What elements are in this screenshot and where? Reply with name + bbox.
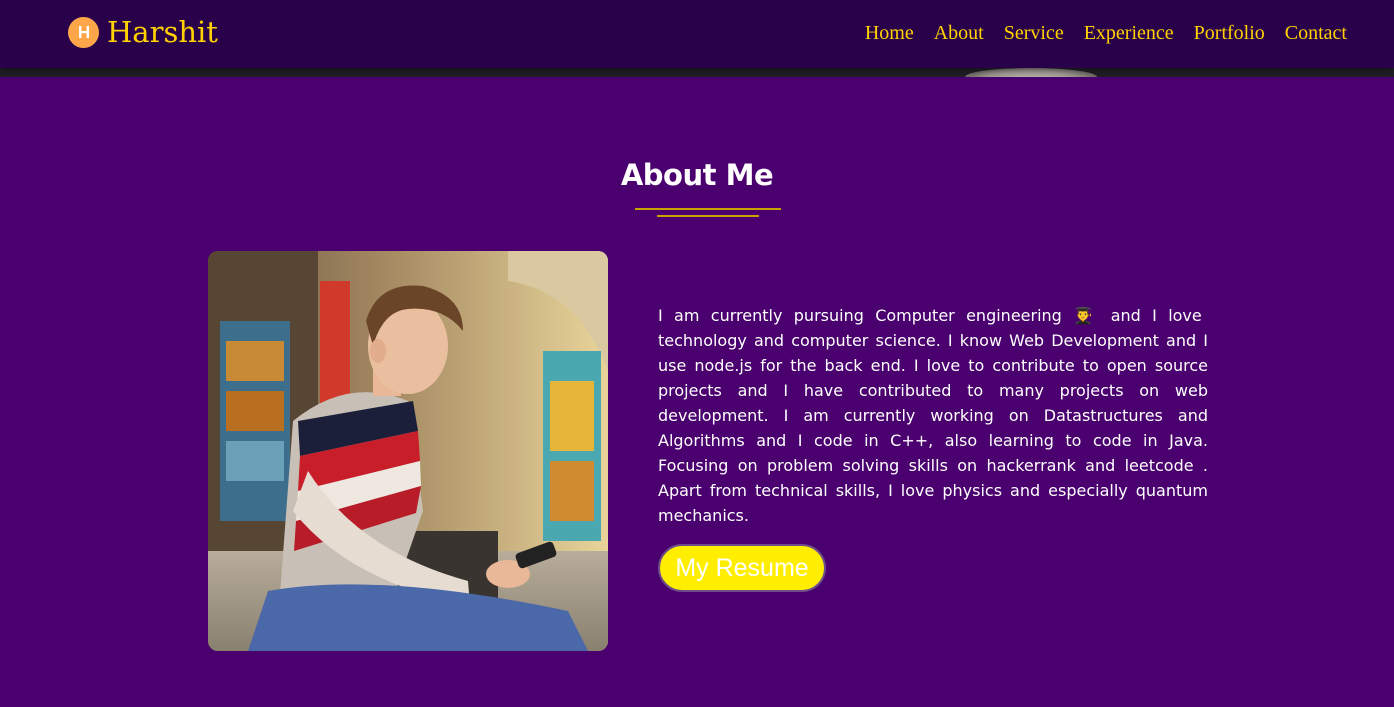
nav-link-experience[interactable]: Experience	[1084, 20, 1174, 46]
main-nav: Home About Service Experience Portfolio …	[865, 20, 1347, 46]
resume-button[interactable]: My Resume	[658, 544, 826, 592]
about-paragraph: I am currently pursuing Computer enginee…	[658, 306, 1208, 525]
nav-link-about[interactable]: About	[934, 20, 984, 46]
nav-link-home[interactable]: Home	[865, 20, 914, 46]
brand-name: Harshit	[107, 15, 218, 49]
profile-photo	[208, 251, 608, 651]
title-underline-short	[657, 215, 759, 217]
hero-image-edge	[0, 68, 1394, 77]
nav-link-portfolio[interactable]: Portfolio	[1194, 20, 1265, 46]
hero-image-fragment	[965, 68, 1097, 77]
nav-link-contact[interactable]: Contact	[1285, 20, 1347, 46]
section-title: About Me	[620, 158, 774, 192]
navbar: Harshit Home About Service Experience Po…	[0, 0, 1394, 68]
nav-link-service[interactable]: Service	[1004, 20, 1064, 46]
title-underline	[635, 208, 781, 210]
brand-logo-link[interactable]: Harshit	[68, 12, 218, 52]
h-monogram-icon	[68, 16, 99, 48]
